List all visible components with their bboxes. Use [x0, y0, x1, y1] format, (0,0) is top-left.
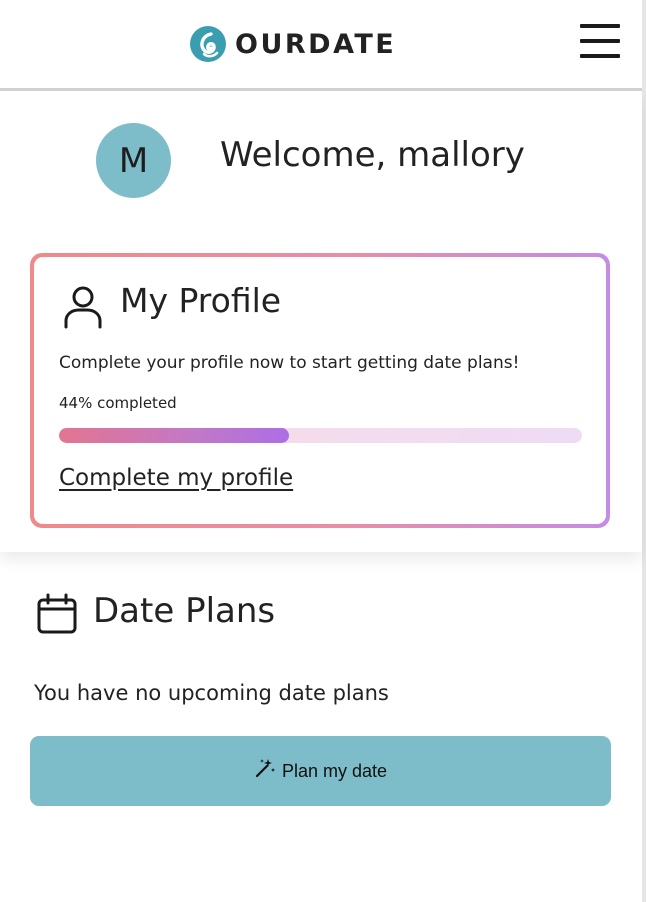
avatar: M: [96, 123, 171, 198]
brand[interactable]: OURDATE: [190, 24, 396, 64]
plan-my-date-button[interactable]: Plan my date: [30, 736, 611, 806]
welcome-heading: Welcome, mallory: [220, 135, 525, 175]
menu-bar-middle: [580, 39, 620, 43]
profile-title: My Profile: [120, 281, 282, 320]
profile-description: Complete your profile now to start getti…: [59, 353, 520, 373]
date-plans-title: Date Plans: [93, 591, 276, 631]
page-edge: [642, 0, 646, 902]
brand-name: OURDATE: [235, 28, 397, 60]
profile-progress-fill: [59, 428, 290, 443]
calendar-icon: [37, 593, 77, 634]
plan-my-date-label: Plan my date: [281, 760, 388, 781]
app-header: OURDATE: [0, 0, 642, 91]
menu-bar-bottom: [580, 54, 620, 58]
profile-card-body: My Profile Complete your profile now to …: [34, 257, 606, 524]
magic-wand-icon: [255, 759, 275, 778]
person-icon: [64, 286, 102, 329]
progress-label: 44% completed: [59, 394, 177, 412]
profile-section: M Welcome, mallory My Profile Complete y…: [0, 91, 642, 552]
ourdate-logo-icon: [190, 26, 226, 62]
complete-profile-link[interactable]: Complete my profile: [59, 465, 293, 491]
profile-progress-bar: [59, 428, 582, 443]
no-date-plans-text: You have no upcoming date plans: [34, 681, 389, 705]
menu-bar-top: [580, 24, 620, 28]
hamburger-menu-icon[interactable]: [580, 24, 620, 58]
profile-card: My Profile Complete your profile now to …: [30, 253, 610, 528]
